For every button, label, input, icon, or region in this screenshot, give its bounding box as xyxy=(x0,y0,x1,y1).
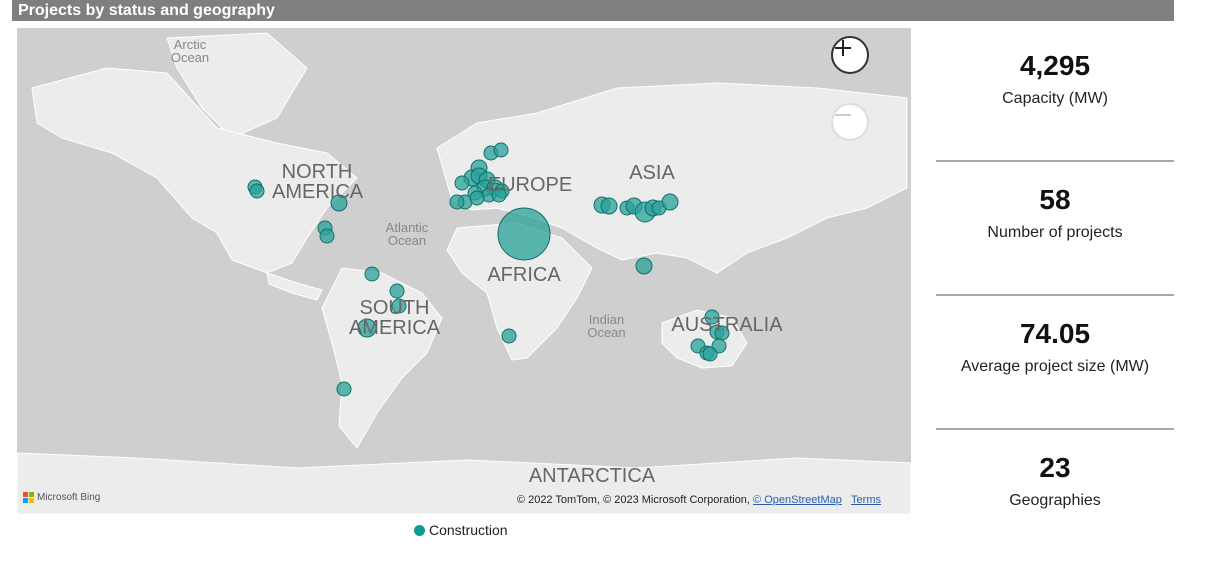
openstreetmap-link[interactable]: © OpenStreetMap xyxy=(753,494,842,506)
project-bubble[interactable] xyxy=(661,193,679,211)
kpi-value: 74.05 xyxy=(1019,318,1091,349)
project-bubble[interactable] xyxy=(702,346,718,362)
microsoft-bing-logo: Microsoft Bing xyxy=(23,492,100,503)
attribution-text: © 2022 TomTom, © 2023 Microsoft Corporat… xyxy=(516,494,754,506)
label-atlantic-ocean: Atlantic Ocean xyxy=(385,220,429,248)
project-bubble[interactable] xyxy=(493,142,509,158)
kpi-label: Capacity (MW) xyxy=(1002,90,1108,107)
project-bubble[interactable] xyxy=(364,266,380,282)
legend-dot-icon xyxy=(414,524,425,536)
project-bubble[interactable] xyxy=(449,194,465,210)
project-bubble[interactable] xyxy=(319,228,335,244)
project-bubble[interactable] xyxy=(454,175,470,191)
kpi-label: Average project size (MW) xyxy=(960,358,1150,375)
terms-link[interactable]: Terms xyxy=(851,494,881,506)
kpi-label: Geographies xyxy=(1009,492,1101,509)
kpi-value: 23 xyxy=(1039,452,1071,483)
label-north-america: NORTH AMERICA xyxy=(272,161,364,203)
label-africa: AFRICA xyxy=(487,264,561,286)
map-attribution: © 2022 TomTom, © 2023 Microsoft Corporat… xyxy=(517,494,881,506)
legend-label: Construction xyxy=(429,522,508,538)
kpi-cards: 4,295 Capacity (MW) 58 Number of project… xyxy=(936,28,1174,562)
map-legend[interactable]: Construction xyxy=(414,522,508,538)
zoom-out-button[interactable] xyxy=(831,103,869,141)
project-bubble[interactable] xyxy=(600,197,618,215)
label-south-america: SOUTH AMERICA xyxy=(348,297,441,339)
project-bubble[interactable] xyxy=(501,328,517,344)
project-bubble[interactable] xyxy=(635,257,653,275)
zoom-in-button[interactable] xyxy=(831,36,869,74)
label-australia: AUSTRALIA xyxy=(671,314,783,336)
kpi-card-geographies[interactable]: 23 Geographies xyxy=(936,430,1174,562)
map-visual[interactable]: NORTH AMERICA EUROPE ASIA AFRICA SOUTH A… xyxy=(17,28,911,514)
label-arctic-ocean: Arctic Ocean xyxy=(170,37,210,65)
label-indian-ocean: Indian Ocean xyxy=(587,312,626,340)
microsoft-logo-icon xyxy=(23,492,34,503)
label-asia: ASIA xyxy=(629,162,675,184)
visual-title: Projects by status and geography xyxy=(12,0,1174,21)
label-europe: EUROPE xyxy=(487,174,573,196)
kpi-card-capacity[interactable]: 4,295 Capacity (MW) xyxy=(936,28,1174,160)
label-antarctica: ANTARCTICA xyxy=(528,465,656,487)
plus-icon xyxy=(835,40,851,56)
kpi-value: 4,295 xyxy=(1019,50,1091,81)
project-bubble[interactable] xyxy=(336,381,352,397)
bing-provider-text: Microsoft Bing xyxy=(37,492,101,503)
world-map[interactable] xyxy=(17,28,911,514)
kpi-card-number-of-projects[interactable]: 58 Number of projects xyxy=(936,162,1174,294)
project-bubble[interactable] xyxy=(249,183,265,199)
kpi-label: Number of projects xyxy=(987,224,1123,241)
project-bubble[interactable] xyxy=(497,207,551,261)
kpi-card-average-project-size[interactable]: 74.05 Average project size (MW) xyxy=(936,296,1174,428)
project-bubble[interactable] xyxy=(389,283,405,299)
project-bubble[interactable] xyxy=(469,190,485,206)
kpi-value: 58 xyxy=(1039,184,1071,215)
minus-icon xyxy=(835,114,851,116)
